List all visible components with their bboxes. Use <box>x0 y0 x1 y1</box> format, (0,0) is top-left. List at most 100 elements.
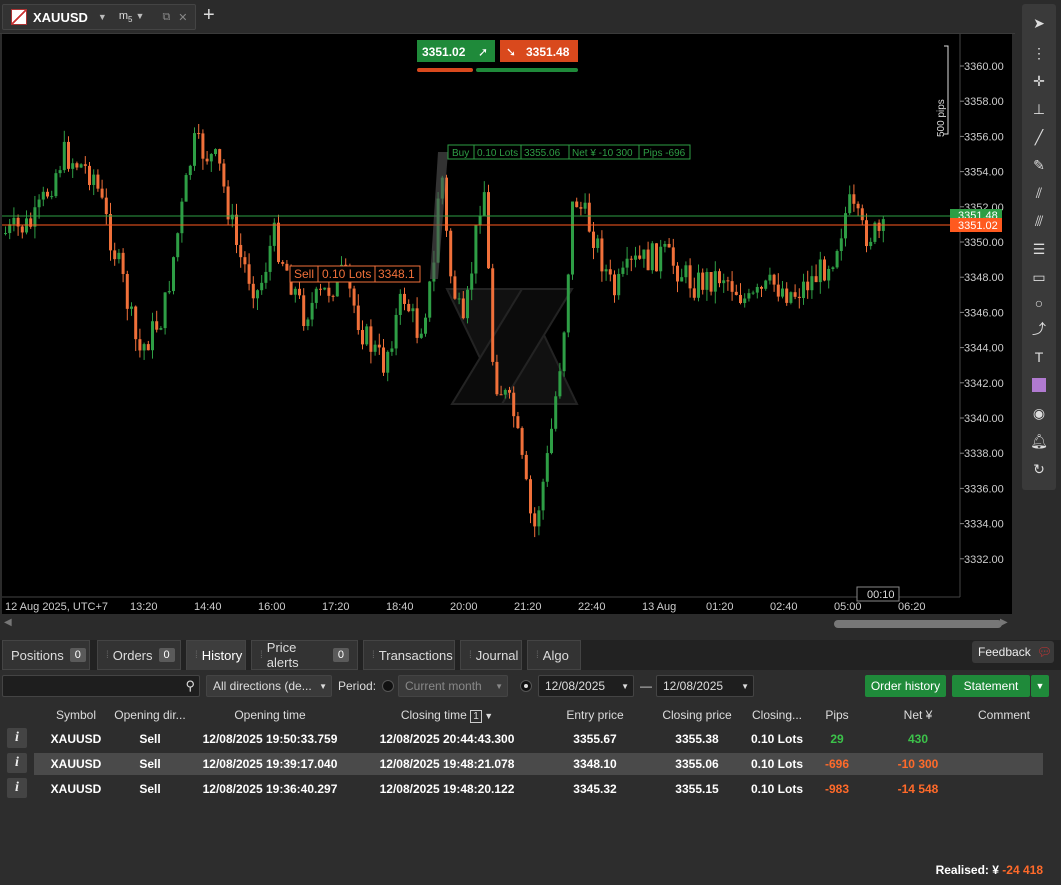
cursor-icon[interactable]: ➤ <box>1027 12 1051 34</box>
candle-body <box>180 201 184 234</box>
col-pips[interactable]: Pips <box>808 708 866 722</box>
candle-body <box>659 246 663 272</box>
ellipse-icon[interactable]: ○ <box>1027 292 1051 314</box>
direction-select[interactable]: All directions (de... ▼ <box>206 675 332 697</box>
table-row[interactable]: XAUUSD Sell 12/08/2025 19:39:17.040 12/0… <box>34 753 1043 775</box>
tab-journal[interactable]: ⁞ Journal <box>460 640 522 670</box>
col-entry-price[interactable]: Entry price <box>544 708 646 722</box>
price-chart[interactable]: 3360.00 3358.00 3356.00 3354.00 3352.00 3350.… <box>2 34 1012 614</box>
tab-orders[interactable]: ⁞ Orders 0 <box>97 640 181 670</box>
table-row[interactable]: XAUUSD Sell 12/08/2025 19:50:33.759 12/0… <box>34 728 1043 750</box>
timeframe-selector[interactable]: m5 ▼ <box>119 10 145 24</box>
symbol-dropdown-icon[interactable]: ▼ <box>98 12 107 22</box>
candle-body <box>772 274 776 285</box>
date-range-radio[interactable] <box>520 680 532 692</box>
col-closing-time[interactable]: Closing time 1 ▼ <box>352 708 542 723</box>
trendline-icon[interactable]: ╱ <box>1027 126 1051 148</box>
tab-positions[interactable]: Positions 0 <box>2 640 90 670</box>
candle-body <box>104 197 108 215</box>
search-icon: ⚲ <box>185 678 195 693</box>
tab-algo[interactable]: ⁞ Algo <box>527 640 581 670</box>
info-icon[interactable]: i <box>7 728 27 748</box>
candle-body <box>461 298 465 319</box>
horizontal-line-icon[interactable]: ⊥ <box>1027 98 1051 120</box>
pen-icon[interactable]: ✎ <box>1027 154 1051 176</box>
candle-body <box>382 347 385 373</box>
candle-body <box>722 280 726 284</box>
candle-body <box>218 149 222 164</box>
candle-body <box>327 287 331 296</box>
channel-icon[interactable]: ⫽ <box>1027 182 1051 204</box>
bell-icon[interactable]: 🔔︎ <box>1027 430 1051 452</box>
buy-trade-label[interactable]: Buy 0.10 Lots 3355.06 Net ¥ -10 300 Pips… <box>447 144 691 160</box>
info-icon[interactable]: i <box>7 778 27 798</box>
tab-history[interactable]: ⁞ History <box>186 640 246 670</box>
period-select[interactable]: Current month ▼ <box>398 675 508 697</box>
countdown: 00:10 <box>867 589 895 601</box>
candle-body <box>314 288 318 303</box>
info-icon[interactable]: i <box>7 753 27 773</box>
col-net[interactable]: Net ¥ <box>868 708 968 722</box>
table-header: Symbol Opening dir... Opening time Closi… <box>0 704 1061 726</box>
measure-icon[interactable]: ⤴ <box>1027 318 1051 340</box>
candle-body <box>512 392 516 417</box>
replay-icon[interactable]: ↻ <box>1027 458 1051 480</box>
candle-body <box>79 164 83 168</box>
text-tool-icon[interactable]: T <box>1027 346 1051 368</box>
candle-body <box>751 292 755 294</box>
add-chart-icon[interactable]: + <box>203 4 215 27</box>
tab-price-alerts[interactable]: ⁞ Price alerts 0 <box>251 640 358 670</box>
statement-dropdown-icon[interactable]: ▼ <box>1031 675 1049 697</box>
rectangle-icon[interactable]: ▭ <box>1027 266 1051 288</box>
feedback-button[interactable]: Feedback 💬︎ <box>972 641 1054 663</box>
candle-body <box>789 292 793 303</box>
chart-tab[interactable]: XAUUSD ▼ m5 ▼ ⧉ ✕ <box>2 4 196 30</box>
candle-body <box>516 416 520 429</box>
camera-icon[interactable]: ◉ <box>1027 402 1051 424</box>
candle-body <box>365 326 369 345</box>
col-opening-time[interactable]: Opening time <box>190 708 350 722</box>
price-axis-label: 3350.00 <box>964 237 1004 249</box>
col-closing-price[interactable]: Closing price <box>646 708 748 722</box>
candle-body <box>634 255 637 260</box>
candle-body <box>575 201 579 208</box>
price-axis-label: 3346.00 <box>964 307 1004 319</box>
color-picker-icon[interactable] <box>1027 374 1051 396</box>
statement-button[interactable]: Statement <box>952 675 1030 697</box>
detach-icon[interactable]: ⧉ <box>162 11 170 24</box>
fibonacci-icon[interactable]: ☰ <box>1027 238 1051 260</box>
sell-trade-label[interactable]: Sell 0.10 Lots 3348.1 <box>289 265 421 283</box>
table-row[interactable]: XAUUSD Sell 12/08/2025 19:36:40.297 12/0… <box>34 778 1043 800</box>
date-from-input[interactable]: 12/08/2025 ▼ <box>538 675 634 697</box>
candle-body <box>214 149 217 155</box>
col-opening-direction[interactable]: Opening dir... <box>112 708 188 722</box>
price-axis-label: 3344.00 <box>964 343 1004 355</box>
candle-body <box>810 276 814 291</box>
candle-body <box>138 339 142 351</box>
date-to-input[interactable]: 12/08/2025 ▼ <box>656 675 754 697</box>
crosshair-icon[interactable]: ✛ <box>1027 70 1051 92</box>
scroll-left-icon[interactable]: ◀ <box>4 617 12 628</box>
candle-body <box>130 306 133 309</box>
pitchfork-icon[interactable]: ⫻ <box>1027 210 1051 232</box>
chart-horizontal-scrollbar[interactable]: ◀ ▶ <box>2 617 1012 631</box>
scroll-right-icon[interactable]: ▶ <box>1000 617 1008 628</box>
scrollbar-thumb[interactable] <box>834 620 1002 628</box>
candle-body <box>680 277 684 282</box>
close-tab-icon[interactable]: ✕ <box>178 11 187 24</box>
candle-body <box>398 293 402 315</box>
col-symbol[interactable]: Symbol <box>40 708 112 722</box>
vertical-line-icon[interactable]: ⋮ <box>1027 42 1051 64</box>
tab-transactions[interactable]: ⁞ Transactions <box>363 640 455 670</box>
svg-text:3355.06: 3355.06 <box>524 148 561 159</box>
search-input[interactable]: ⚲ <box>2 675 200 697</box>
candle-body <box>495 361 499 395</box>
candle-body <box>247 264 251 284</box>
order-history-button[interactable]: Order history <box>865 675 946 697</box>
candle-body <box>251 283 255 299</box>
period-radio[interactable] <box>382 680 394 692</box>
col-closing-volume[interactable]: Closing... <box>748 708 806 722</box>
chart-canvas[interactable]: 3360.003358.003356.003354.003352.003350.… <box>2 34 1012 614</box>
candle-body <box>281 262 285 264</box>
col-comment[interactable]: Comment <box>968 708 1040 722</box>
